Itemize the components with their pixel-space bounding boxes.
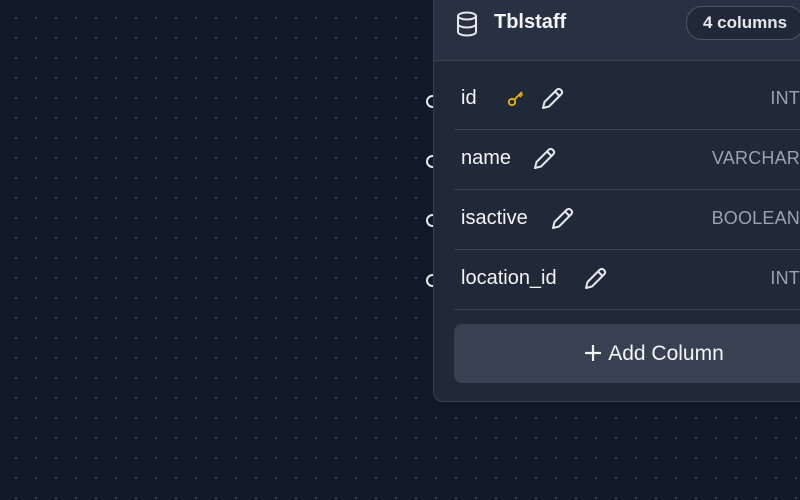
table-row[interactable]: location_id INT •• xyxy=(454,250,800,310)
table-node[interactable]: Tblstaff 4 columns id INT •• name xyxy=(433,0,800,402)
table-header[interactable]: Tblstaff 4 columns xyxy=(434,0,800,61)
column-type: INT xyxy=(770,88,800,108)
column-type: BOOLEAN xyxy=(711,208,800,228)
diagram-canvas[interactable]: Tblstaff 4 columns id INT •• name xyxy=(0,0,800,500)
table-title: Tblstaff xyxy=(494,11,567,33)
column-name[interactable]: location_id xyxy=(461,267,557,290)
pencil-icon[interactable] xyxy=(582,266,608,292)
column-name[interactable]: name xyxy=(461,147,511,170)
table-row[interactable]: id INT •• xyxy=(454,70,800,130)
add-column-button[interactable]: Add Column xyxy=(454,324,800,383)
table-row[interactable]: name VARCHAR •• xyxy=(454,130,800,190)
column-type: VARCHAR xyxy=(711,148,800,168)
pencil-icon[interactable] xyxy=(549,206,575,232)
table-row[interactable]: isactive BOOLEAN •• xyxy=(454,190,800,250)
column-name[interactable]: id xyxy=(461,87,477,110)
column-count-badge: 4 columns xyxy=(686,6,800,40)
pencil-icon[interactable] xyxy=(539,86,565,112)
pencil-icon[interactable] xyxy=(531,146,557,172)
add-column-label: Add Column xyxy=(608,342,724,365)
column-type: INT xyxy=(770,268,800,288)
column-name[interactable]: isactive xyxy=(461,207,528,230)
key-icon xyxy=(507,91,524,107)
plus-icon xyxy=(585,345,602,361)
database-icon xyxy=(457,11,477,37)
